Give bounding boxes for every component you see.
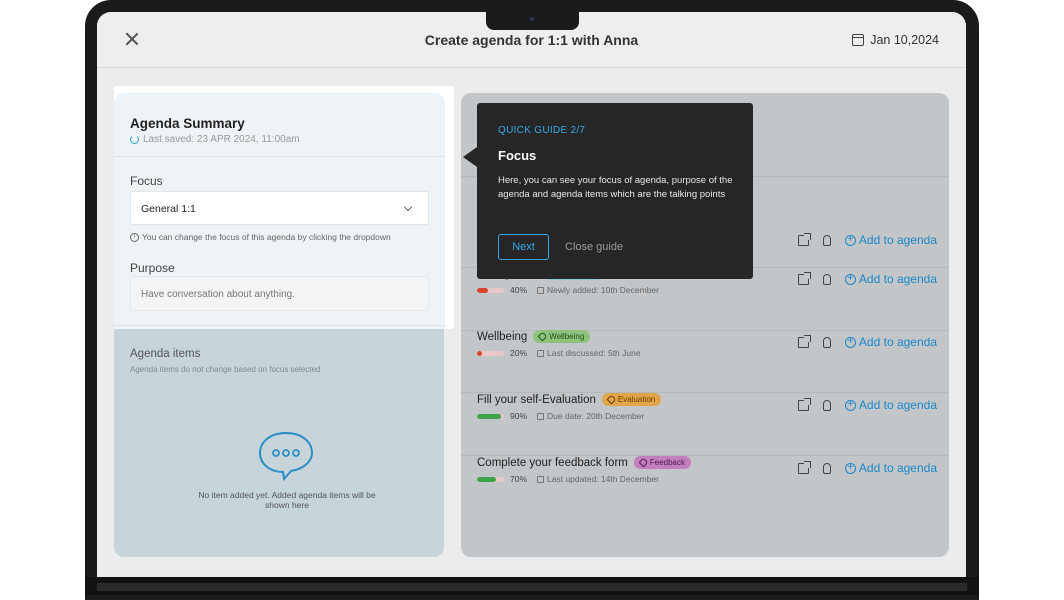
item-progress: 20% Last discussed: 5th June <box>477 348 641 358</box>
add-to-agenda-button[interactable]: + Add to agenda <box>844 272 937 286</box>
item-progress: 70% Last updated: 14th December <box>477 474 659 484</box>
calendar-icon <box>852 34 865 46</box>
lightbulb-icon[interactable] <box>822 336 831 348</box>
info-icon: i <box>130 232 139 242</box>
open-external-icon[interactable] <box>797 232 811 246</box>
tag-icon <box>537 331 548 342</box>
row-actions: + Add to agenda <box>797 271 937 286</box>
quick-guide-tooltip: QUICK GUIDE 2/7 Focus Here, you can see … <box>463 103 753 279</box>
last-saved: Last saved: 23 APR 2024, 11:00am <box>130 134 300 145</box>
agenda-summary-card: Agenda Summary Last saved: 23 APR 2024, … <box>114 93 445 329</box>
add-to-agenda-button[interactable]: + Add to agenda <box>844 461 937 475</box>
row-actions: + Add to agenda <box>797 460 937 475</box>
camera-notch <box>486 12 579 30</box>
open-external-icon[interactable] <box>797 334 811 348</box>
date-label: Jan 10,2024 <box>870 33 939 47</box>
item-meta: Last updated: 14th December <box>537 474 659 484</box>
calendar-icon <box>537 412 545 420</box>
row-actions: + Add to agenda <box>797 232 937 247</box>
guide-highlight: Agenda Summary Last saved: 23 APR 2024, … <box>114 86 454 329</box>
item-meta: Newly added: 10th December <box>537 285 659 295</box>
open-external-icon[interactable] <box>797 271 811 285</box>
agenda-items-subtitle: Agenda items do not change based on focu… <box>130 365 321 374</box>
purpose-label: Purpose <box>130 261 175 275</box>
tooltip-arrow <box>463 147 477 167</box>
device-bottom-bezel <box>85 577 979 595</box>
add-to-agenda-button[interactable]: + Add to agenda <box>844 335 937 349</box>
open-external-icon[interactable] <box>797 397 811 411</box>
plus-circle-icon: + <box>844 462 856 474</box>
tag-icon <box>638 457 649 468</box>
item-title: Complete your feedback form <box>477 456 628 469</box>
item-tag: Evaluation <box>601 393 662 406</box>
add-to-agenda-button[interactable]: + Add to agenda <box>844 398 937 412</box>
item-progress: 40% Newly added: 10th December <box>477 285 659 295</box>
lightbulb-icon[interactable] <box>822 399 831 411</box>
progress-bar <box>477 350 504 356</box>
guide-body: Here, you can see your focus of agenda, … <box>498 175 733 200</box>
progress-value: 40% <box>510 285 528 295</box>
agenda-items-title: Agenda items <box>130 348 201 360</box>
empty-state-text: No item added yet. Added agenda items wi… <box>198 490 376 510</box>
item-title-line: Fill your self-Evaluation Evaluation <box>477 393 662 406</box>
item-title-line: Wellbeing Wellbeing <box>477 330 591 343</box>
purpose-field[interactable]: Have conversation about anything. <box>130 276 429 311</box>
open-external-icon[interactable] <box>797 460 811 474</box>
row-actions: + Add to agenda <box>797 334 937 349</box>
progress-bar <box>477 287 504 293</box>
date-display: Jan 10,2024 <box>852 33 939 47</box>
tag-icon <box>606 394 617 405</box>
lightbulb-icon[interactable] <box>822 234 831 246</box>
chevron-down-icon <box>403 202 413 212</box>
plus-circle-icon: + <box>844 399 856 411</box>
next-button[interactable]: Next <box>498 234 549 260</box>
progress-bar <box>477 413 504 419</box>
guide-step: QUICK GUIDE 2/7 <box>498 125 586 136</box>
add-to-agenda-button[interactable]: + Add to agenda <box>844 233 937 247</box>
focus-label: Focus <box>130 174 163 188</box>
calendar-icon <box>537 475 545 483</box>
progress-bar <box>477 476 504 482</box>
page-title: Create agenda for 1:1 with Anna <box>424 32 639 48</box>
plus-circle-icon: + <box>844 234 856 246</box>
progress-value: 90% <box>510 411 528 421</box>
item-meta: Last discussed: 5th June <box>537 348 641 358</box>
divider <box>114 325 445 326</box>
summary-title: Agenda Summary <box>130 116 245 131</box>
item-tag: Feedback <box>633 456 691 469</box>
focus-dropdown[interactable]: General 1:1 <box>130 191 429 225</box>
item-tag: Wellbeing <box>533 330 591 343</box>
calendar-icon <box>537 349 545 357</box>
app-screen: Create agenda for 1:1 with Anna Jan 10,2… <box>97 12 966 577</box>
calendar-icon <box>537 286 545 294</box>
row-actions: + Add to agenda <box>797 397 937 412</box>
item-meta: Due date: 20th December <box>537 411 644 421</box>
chat-bubble-icon <box>258 431 314 482</box>
focus-value: General 1:1 <box>141 203 196 215</box>
item-title-line: Complete your feedback form Feedback <box>477 456 691 469</box>
list-item: Fill your self-Evaluation Evaluation 90%… <box>477 393 937 433</box>
guide-title: Focus <box>498 148 537 163</box>
lightbulb-icon[interactable] <box>822 273 831 285</box>
divider <box>114 156 445 157</box>
plus-circle-icon: + <box>844 336 856 348</box>
focus-hint: i You can change the focus of this agend… <box>130 232 391 242</box>
lightbulb-icon[interactable] <box>822 462 831 474</box>
plus-circle-icon: + <box>844 273 856 285</box>
item-progress: 90% Due date: 20th December <box>477 411 644 421</box>
item-title: Wellbeing <box>477 330 528 343</box>
item-title: Fill your self-Evaluation <box>477 393 596 406</box>
list-item: Wellbeing Wellbeing 20% Last discussed: … <box>477 330 937 370</box>
list-item: Complete your feedback form Feedback 70%… <box>477 456 937 496</box>
progress-value: 20% <box>510 348 528 358</box>
close-guide-button[interactable]: Close guide <box>565 241 623 253</box>
progress-value: 70% <box>510 474 528 484</box>
sync-icon <box>130 135 139 144</box>
